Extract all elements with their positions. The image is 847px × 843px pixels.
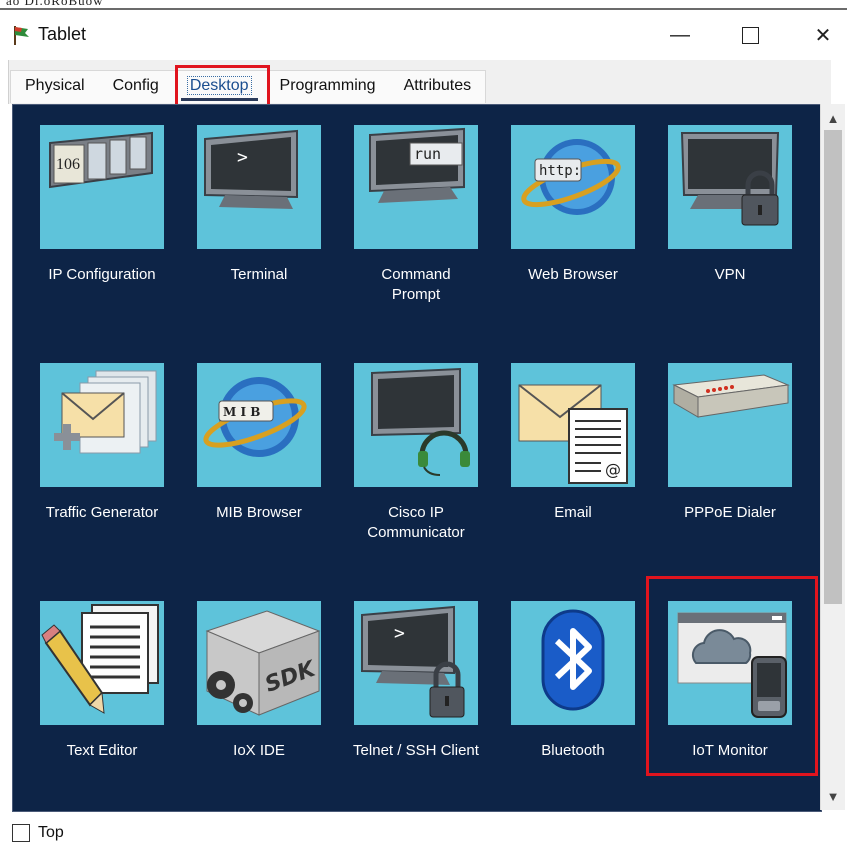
traffic-generator-icon — [54, 370, 157, 454]
app-label: VPN — [714, 266, 746, 283]
scroll-down-icon[interactable]: ▼ — [821, 784, 845, 808]
tab-physical[interactable]: Physical — [11, 71, 99, 103]
app-label: Email — [554, 504, 592, 521]
tablet-app-icon — [14, 26, 29, 45]
app-tile: > — [354, 601, 478, 725]
app-label: PPPoE Dialer — [684, 504, 776, 521]
tab-config[interactable]: Config — [99, 71, 173, 103]
app-tile — [354, 363, 478, 487]
window-title: Tablet — [38, 24, 87, 44]
command-prompt-icon: run — [369, 127, 465, 203]
app-tile: @ — [511, 363, 635, 487]
top-checkbox[interactable] — [12, 824, 30, 842]
top-checkbox-label: Top — [38, 824, 64, 841]
maximize-button[interactable] — [730, 18, 770, 52]
svg-text:http:: http: — [539, 163, 581, 179]
app-label: IoX IDE — [233, 742, 285, 759]
mib-browser-icon: M I B — [203, 377, 307, 457]
app-tile: 106 — [40, 125, 164, 249]
svg-text:106: 106 — [56, 156, 80, 173]
app-tile: http: — [511, 125, 635, 249]
close-button[interactable]: ✕ — [803, 18, 843, 52]
vpn-icon — [680, 132, 780, 226]
app-tile: > — [197, 125, 321, 249]
tab-attributes[interactable]: Attributes — [390, 71, 486, 103]
bottom-bar: Top — [0, 812, 847, 843]
app-label: Web Browser — [528, 266, 618, 283]
app-label: Bluetooth — [541, 742, 605, 759]
app-label: MIB Browser — [216, 504, 302, 521]
iot-monitor-highlight — [646, 576, 818, 776]
app-traffic-generator[interactable]: Traffic Generator — [27, 363, 177, 523]
app-command-prompt[interactable]: run Command Prompt — [341, 125, 491, 305]
app-label: Command Prompt — [381, 266, 451, 303]
app-pppoe-dialer[interactable]: PPPoE Dialer — [655, 363, 805, 523]
app-tile: M I B — [197, 363, 321, 487]
svg-text:>: > — [237, 147, 248, 168]
app-tile: run — [354, 125, 478, 249]
app-tile — [668, 363, 792, 487]
app-label: Text Editor — [66, 742, 138, 759]
close-icon: ✕ — [814, 24, 832, 47]
app-iox-ide[interactable]: SDK IoX IDE — [184, 601, 334, 761]
app-web-browser[interactable]: http: Web Browser — [498, 125, 648, 285]
maximize-icon — [741, 26, 759, 44]
email-icon: @ — [518, 384, 628, 484]
minimize-icon: — — [670, 23, 690, 46]
app-tile — [40, 363, 164, 487]
app-label: IP Configuration — [48, 266, 156, 283]
app-label: Traffic Generator — [45, 504, 159, 521]
vertical-scrollbar[interactable]: ▲ ▼ — [820, 104, 845, 810]
app-email[interactable]: @ Email — [498, 363, 648, 523]
app-mib-browser[interactable]: M I B MIB Browser — [184, 363, 334, 523]
app-tile — [511, 601, 635, 725]
telnet-ssh-client-icon: > — [361, 605, 465, 718]
ip-configuration-icon: 106 — [49, 131, 153, 189]
tab-programming[interactable]: Programming — [266, 71, 390, 103]
app-telnet-ssh-client[interactable]: > Telnet / SSH Client — [341, 601, 491, 761]
scroll-up-icon[interactable]: ▲ — [821, 106, 845, 130]
scroll-thumb[interactable] — [824, 130, 842, 604]
app-text-editor[interactable]: Text Editor — [27, 601, 177, 761]
app-ip-configuration[interactable]: 106 IP Configuration — [27, 125, 177, 285]
app-tile — [40, 601, 164, 725]
text-editor-icon — [41, 604, 159, 714]
cisco-ip-communicator-icon — [371, 367, 470, 476]
svg-text:@: @ — [605, 460, 621, 479]
bluetooth-icon — [541, 609, 605, 711]
svg-text:>: > — [394, 623, 405, 644]
pppoe-dialer-icon — [672, 374, 790, 418]
terminal-icon: > — [204, 129, 298, 209]
svg-text:run: run — [414, 145, 441, 163]
app-vpn[interactable]: VPN — [655, 125, 805, 285]
iox-ide-icon: SDK — [205, 610, 321, 716]
svg-text:M I B: M I B — [223, 405, 260, 419]
app-bluetooth[interactable]: Bluetooth — [498, 601, 648, 761]
app-tile — [668, 125, 792, 249]
app-terminal[interactable]: > Terminal — [184, 125, 334, 285]
web-browser-icon: http: — [521, 139, 621, 215]
app-label: Telnet / SSH Client — [353, 742, 479, 759]
app-cisco-ip-communicator[interactable]: Cisco IP Communicator — [341, 363, 491, 543]
title-bar: Tablet — ✕ — [0, 10, 847, 60]
app-tile: SDK — [197, 601, 321, 725]
minimize-button[interactable]: — — [660, 18, 700, 52]
app-label: Cisco IP Communicator — [367, 504, 465, 541]
app-label: Terminal — [230, 266, 288, 283]
